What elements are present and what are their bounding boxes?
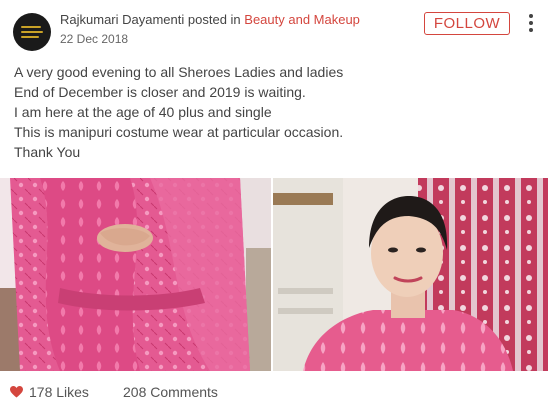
author-name[interactable]: Rajkumari Dayamenti	[60, 12, 184, 27]
post-date: 22 Dec 2018	[60, 32, 129, 46]
comments-button[interactable]: 208 Comments	[123, 384, 218, 400]
follow-button[interactable]: FOLLOW	[424, 12, 510, 35]
category-link[interactable]: Beauty and Makeup	[244, 12, 360, 27]
avatar[interactable]	[13, 13, 51, 51]
post-meta: Rajkumari Dayamenti posted in Beauty and…	[60, 12, 360, 27]
post-body: A very good evening to all Sheroes Ladie…	[14, 62, 534, 162]
post-header: Rajkumari Dayamenti posted in Beauty and…	[0, 0, 548, 56]
post-line: A very good evening to all Sheroes Ladie…	[14, 64, 344, 80]
post-line: End of December is closer and 2019 is wa…	[14, 84, 306, 100]
post-line: I am here at the age of 40 plus and sing…	[14, 104, 272, 120]
post-photo-right[interactable]	[273, 178, 548, 371]
post-footer: 178 Likes 208 Comments	[0, 380, 548, 412]
post-photo-left[interactable]	[0, 178, 271, 371]
more-vertical-icon[interactable]	[524, 12, 538, 34]
posted-in-label: posted in	[187, 12, 241, 27]
heart-icon	[10, 386, 23, 398]
post-line: Thank You	[14, 144, 81, 160]
likes-count: 178 Likes	[29, 384, 89, 400]
likes-button[interactable]: 178 Likes	[10, 384, 89, 400]
post-line: This is manipuri costume wear at particu…	[14, 124, 344, 140]
